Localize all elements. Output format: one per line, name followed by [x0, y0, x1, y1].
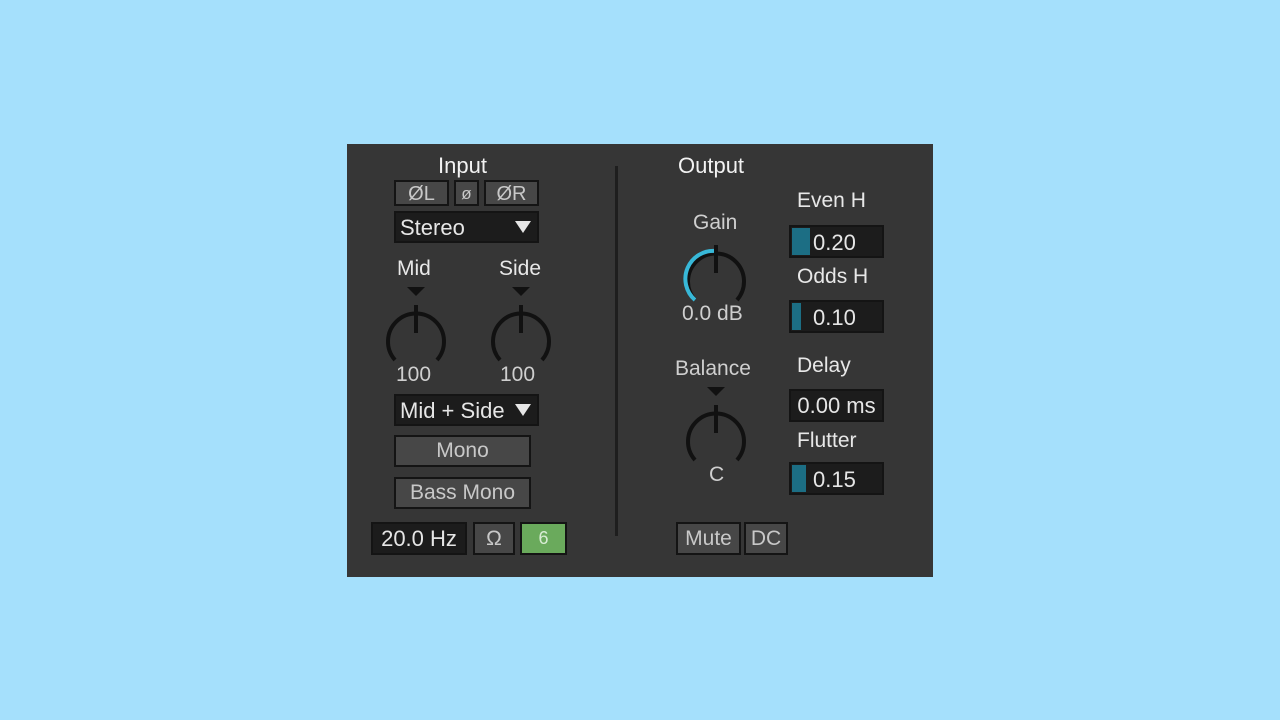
mute-button[interactable]: Mute [676, 522, 741, 555]
device-panel: Input ØL ø ØR Stereo Mid Side 100 100 Mi… [347, 144, 933, 577]
even-h-fill [792, 228, 810, 255]
section-divider [615, 166, 618, 536]
side-value: 100 [500, 363, 536, 386]
output-mode-dropdown[interactable]: Mid + Side [394, 394, 539, 426]
knob-pointer-triangle-icon [512, 287, 530, 296]
phase-left-button[interactable]: ØL [394, 180, 449, 206]
dropdown-arrow-icon [515, 221, 531, 233]
even-h-value: 0.20 [813, 230, 856, 255]
flutter-label: Flutter [797, 429, 857, 452]
balance-value: C [709, 463, 725, 486]
input-title: Input [438, 153, 487, 178]
side-label: Side [499, 257, 542, 280]
mid-value: 100 [396, 363, 432, 386]
mid-label: Mid [397, 257, 431, 280]
bass-freq-field[interactable]: 20.0 Hz [371, 522, 467, 555]
gain-label: Gain [693, 211, 738, 234]
output-mode-value: Mid + Side [400, 398, 505, 423]
side-knob[interactable] [488, 287, 554, 363]
knob-pointer-triangle-icon [707, 387, 725, 396]
stereo-mode-dropdown[interactable]: Stereo [394, 211, 539, 243]
flutter-slider[interactable]: 0.15 [789, 462, 884, 495]
delay-label: Delay [797, 354, 851, 377]
odds-h-fill [792, 303, 801, 330]
gain-knob[interactable] [683, 237, 749, 303]
slope-toggle[interactable]: 6 [520, 522, 567, 555]
mid-knob[interactable] [383, 287, 449, 363]
bass-mono-button[interactable]: Bass Mono [394, 477, 531, 509]
odds-h-slider[interactable]: 0.10 [789, 300, 884, 333]
omega-button[interactable]: Ω [473, 522, 515, 555]
odds-h-label: Odds H [797, 265, 869, 288]
balance-knob[interactable] [683, 387, 749, 463]
even-h-slider[interactable]: 0.20 [789, 225, 884, 258]
knob-pointer-triangle-icon [407, 287, 425, 296]
mono-button[interactable]: Mono [394, 435, 531, 467]
phase-right-button[interactable]: ØR [484, 180, 539, 206]
odds-h-value: 0.10 [813, 305, 856, 330]
gain-value: 0.0 dB [682, 302, 743, 325]
even-h-label: Even H [797, 189, 866, 212]
flutter-value: 0.15 [813, 467, 856, 492]
output-title: Output [678, 153, 745, 178]
delay-field[interactable]: 0.00 ms [789, 389, 884, 422]
stereo-mode-value: Stereo [400, 215, 465, 240]
phase-both-button[interactable]: ø [454, 180, 479, 206]
dc-button[interactable]: DC [744, 522, 788, 555]
flutter-fill [792, 465, 806, 492]
balance-label: Balance [675, 357, 751, 380]
dropdown-arrow-icon [515, 404, 531, 416]
